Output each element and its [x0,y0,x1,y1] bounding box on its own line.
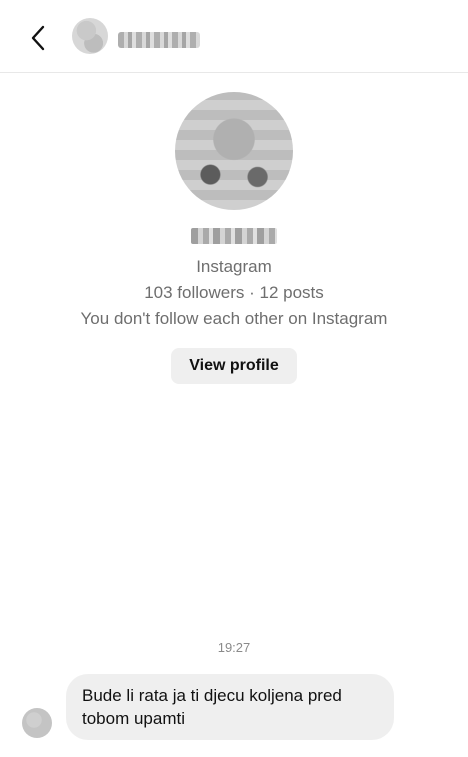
profile-relationship: You don't follow each other on Instagram [80,309,388,328]
message-bubble[interactable]: Bude li rata ja ti djecu koljena pred to… [66,674,394,740]
profile-stats: 103 followers · 12 posts [144,283,324,302]
view-profile-button[interactable]: View profile [171,348,297,384]
profile-avatar[interactable] [175,92,293,210]
message-timestamp: 19:27 [217,640,251,655]
chevron-left-icon [31,25,45,51]
header-avatar[interactable] [72,18,108,54]
sender-avatar[interactable] [22,708,52,738]
header-username-blurred[interactable] [118,32,200,48]
profile-summary: Instagram 103 followers · 12 posts You d… [0,92,468,384]
dm-thread-screen: Instagram 103 followers · 12 posts You d… [0,0,468,757]
back-button[interactable] [22,22,54,54]
profile-platform: Instagram [196,257,272,276]
thread-header [0,0,468,73]
profile-username-blurred [191,228,277,244]
